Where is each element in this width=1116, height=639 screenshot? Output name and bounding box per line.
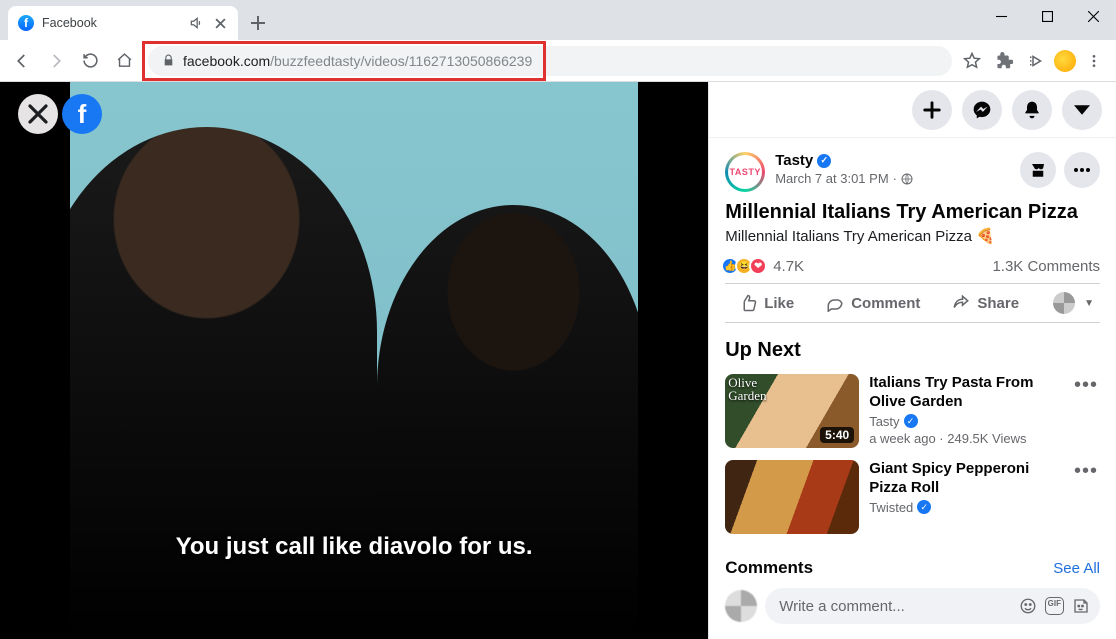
verified-badge-icon: ✓ bbox=[917, 500, 931, 514]
comment-input[interactable]: Write a comment... GIF bbox=[765, 588, 1100, 624]
publisher-avatar[interactable]: TASTY bbox=[725, 152, 765, 192]
comments-count[interactable]: 1.3K Comments bbox=[992, 258, 1100, 275]
video-duration: 5:40 bbox=[820, 427, 854, 443]
reactions-count[interactable]: 4.7K bbox=[773, 258, 804, 275]
facebook-logo-button[interactable]: f bbox=[62, 94, 102, 134]
post-meta: March 7 at 3:01 PM · bbox=[775, 171, 1010, 186]
window-maximize-button[interactable] bbox=[1024, 0, 1070, 32]
account-menu-button[interactable] bbox=[1062, 90, 1102, 130]
verified-badge-icon: ✓ bbox=[904, 414, 918, 428]
video-frame: You just call like diavolo for us. bbox=[0, 82, 708, 639]
notifications-button[interactable] bbox=[1012, 90, 1052, 130]
verified-badge-icon: ✓ bbox=[817, 154, 831, 168]
tab-title: Facebook bbox=[42, 16, 180, 30]
nav-home-button[interactable] bbox=[110, 47, 138, 75]
video-thumbnail: OliveGarden 5:40 bbox=[725, 374, 859, 448]
up-next-title: Italians Try Pasta From Olive Garden bbox=[869, 374, 1062, 412]
up-next-meta: a week ago · 249.5K Views bbox=[869, 431, 1062, 446]
facebook-favicon: f bbox=[18, 15, 34, 31]
like-label: Like bbox=[764, 295, 794, 312]
comment-placeholder: Write a comment... bbox=[779, 598, 905, 615]
url-host: facebook.com bbox=[183, 53, 270, 69]
up-next-item[interactable]: OliveGarden 5:40 Italians Try Pasta From… bbox=[709, 368, 1116, 454]
action-bar: Like Comment Share ▼ bbox=[725, 283, 1100, 323]
like-button[interactable]: Like bbox=[725, 284, 808, 322]
address-bar[interactable]: facebook.com/buzzfeedtasty/videos/116271… bbox=[148, 46, 952, 76]
comment-label: Comment bbox=[851, 295, 920, 312]
post-timestamp[interactable]: March 7 at 3:01 PM bbox=[775, 171, 888, 186]
nav-forward-button[interactable] bbox=[42, 47, 70, 75]
close-video-button[interactable] bbox=[18, 94, 58, 134]
up-next-item[interactable]: Giant Spicy Pepperoni Pizza Roll Twisted… bbox=[709, 454, 1116, 540]
browser-titlebar: f Facebook bbox=[0, 0, 1116, 40]
video-player-area[interactable]: You just call like diavolo for us. f bbox=[0, 82, 708, 639]
video-thumbnail bbox=[725, 460, 859, 534]
share-audience-selector[interactable]: ▼ bbox=[1033, 284, 1100, 322]
share-button[interactable]: Share bbox=[938, 284, 1033, 322]
toolbar-right-icons bbox=[958, 47, 1108, 75]
comments-heading: Comments bbox=[725, 558, 813, 578]
window-controls bbox=[978, 0, 1116, 32]
up-next-options-button[interactable]: ••• bbox=[1072, 374, 1100, 397]
comment-button[interactable]: Comment bbox=[812, 284, 934, 322]
reaction-love-icon: ❤ bbox=[749, 257, 767, 275]
video-caption: You just call like diavolo for us. bbox=[70, 533, 638, 561]
post-subtitle: Millennial Italians Try American Pizza 🍕 bbox=[709, 227, 1116, 253]
media-control-icon[interactable] bbox=[1022, 47, 1050, 75]
privacy-public-icon bbox=[901, 173, 913, 185]
side-panel: TASTY Tasty ✓ March 7 at 3:01 PM · Mille… bbox=[708, 82, 1116, 639]
lock-icon bbox=[162, 54, 175, 67]
up-next-options-button[interactable]: ••• bbox=[1072, 460, 1100, 483]
post-header: TASTY Tasty ✓ March 7 at 3:01 PM · bbox=[709, 138, 1116, 198]
new-tab-button[interactable] bbox=[244, 9, 272, 37]
emoji-icon[interactable] bbox=[1019, 597, 1037, 615]
publisher-name: Tasty bbox=[775, 152, 813, 169]
reactions-row: 👍 😆 ❤ 4.7K 1.3K Comments bbox=[709, 253, 1116, 283]
up-next-publisher: Twisted bbox=[869, 500, 913, 515]
up-next-publisher: Tasty bbox=[869, 414, 899, 429]
page-content: You just call like diavolo for us. f TAS… bbox=[0, 82, 1116, 639]
up-next-title: Giant Spicy Pepperoni Pizza Roll bbox=[869, 460, 1062, 498]
sticker-icon[interactable] bbox=[1072, 597, 1090, 615]
facebook-header-buttons bbox=[709, 82, 1116, 138]
up-next-heading: Up Next bbox=[709, 323, 1116, 368]
url-path: /buzzfeedtasty/videos/1162713050866239 bbox=[270, 53, 532, 69]
see-all-link[interactable]: See All bbox=[1053, 560, 1100, 577]
browser-tab[interactable]: f Facebook bbox=[8, 6, 238, 40]
post-options-button[interactable] bbox=[1064, 152, 1100, 188]
create-button[interactable] bbox=[912, 90, 952, 130]
messenger-button[interactable] bbox=[962, 90, 1002, 130]
extension-badge-icon[interactable] bbox=[1054, 50, 1076, 72]
browser-toolbar: facebook.com/buzzfeedtasty/videos/116271… bbox=[0, 40, 1116, 82]
mini-avatar-icon bbox=[1053, 292, 1075, 314]
share-label: Share bbox=[977, 295, 1019, 312]
post-title: Millennial Italians Try American Pizza bbox=[709, 198, 1116, 227]
omnibox-container: facebook.com/buzzfeedtasty/videos/116271… bbox=[144, 46, 952, 76]
follow-shop-button[interactable] bbox=[1020, 152, 1056, 188]
extensions-icon[interactable] bbox=[990, 47, 1018, 75]
gif-icon[interactable]: GIF bbox=[1045, 597, 1064, 615]
nav-reload-button[interactable] bbox=[76, 47, 104, 75]
browser-menu-icon[interactable] bbox=[1080, 47, 1108, 75]
window-minimize-button[interactable] bbox=[978, 0, 1024, 32]
comment-composer: Write a comment... GIF bbox=[709, 584, 1116, 634]
chevron-down-icon: ▼ bbox=[1084, 298, 1094, 309]
window-close-button[interactable] bbox=[1070, 0, 1116, 32]
tab-audio-icon[interactable] bbox=[188, 15, 204, 31]
url-text: facebook.com/buzzfeedtasty/videos/116271… bbox=[183, 53, 532, 69]
user-avatar[interactable] bbox=[725, 590, 757, 622]
nav-back-button[interactable] bbox=[8, 47, 36, 75]
tab-close-icon[interactable] bbox=[212, 15, 228, 31]
publisher-name-row[interactable]: Tasty ✓ bbox=[775, 152, 1010, 169]
reaction-icons[interactable]: 👍 😆 ❤ bbox=[725, 257, 767, 275]
comments-header: Comments See All bbox=[709, 540, 1116, 584]
bookmark-star-icon[interactable] bbox=[958, 47, 986, 75]
